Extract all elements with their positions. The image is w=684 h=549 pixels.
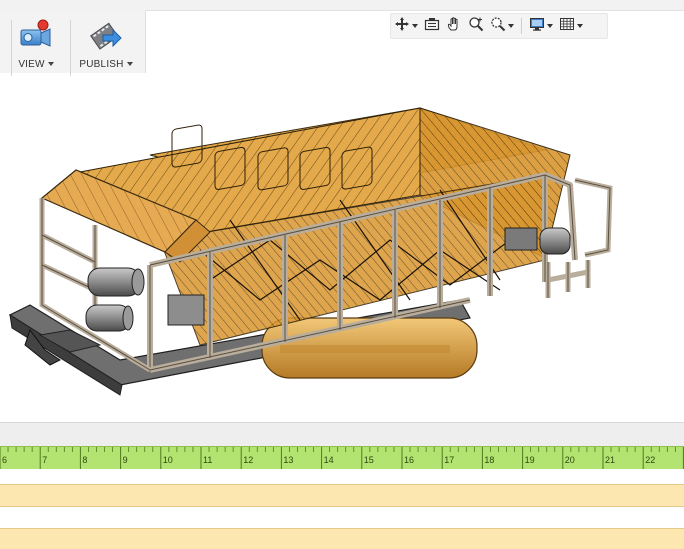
ruler-tick-label: 6 <box>2 455 7 465</box>
ruler-tick-label: 21 <box>605 455 615 465</box>
pan-button[interactable] <box>391 15 421 37</box>
navigation-toolbar <box>390 13 608 39</box>
view-button[interactable]: VIEW <box>14 10 58 73</box>
zoom-window-caret-icon <box>508 24 514 28</box>
ruler-tick-label: 20 <box>565 455 575 465</box>
pan-icon <box>394 16 410 37</box>
timeline-track[interactable] <box>0 528 684 549</box>
ribbon-panel: VIEW PUBLISH <box>0 10 146 76</box>
ruler-tick-label: 16 <box>404 455 414 465</box>
timeline-ruler[interactable]: 6789101112131415161718192021222 <box>0 446 684 470</box>
zoom-window-button[interactable] <box>487 15 517 37</box>
view-label: VIEW <box>18 59 45 70</box>
ruler-tick-label: 13 <box>283 455 293 465</box>
ruler-tick-label: 14 <box>324 455 334 465</box>
pan-caret-icon <box>412 24 418 28</box>
view-caret-icon <box>47 62 54 67</box>
model-viewport[interactable] <box>0 74 684 422</box>
ribbon-separator <box>11 20 12 76</box>
video-camera-icon <box>19 18 53 52</box>
zoom-button[interactable] <box>465 15 487 37</box>
ruler-tick-label: 10 <box>163 455 173 465</box>
grid-icon <box>559 16 575 37</box>
ruler-tick-label: 9 <box>123 455 128 465</box>
film-arrow-icon <box>89 18 123 52</box>
ruler-tick-label: 17 <box>444 455 454 465</box>
ruler-tick-label: 22 <box>645 455 655 465</box>
ruler-tick-label: 7 <box>42 455 47 465</box>
timeline-header <box>0 422 684 447</box>
ruler-tick-label: 11 <box>203 455 212 465</box>
animation-window: VIEW PUBLISH 6 7 8 9 10 11 12 13 14 15 1… <box>0 0 684 549</box>
grid-button[interactable] <box>556 15 586 37</box>
ruler-tick-label: 8 <box>82 455 87 465</box>
track-gap <box>0 507 684 528</box>
ruler-tick-label: 12 <box>243 455 253 465</box>
publish-label: PUBLISH <box>79 59 124 70</box>
ruler-tick-label: 15 <box>364 455 374 465</box>
ribbon-separator <box>70 20 71 76</box>
display-icon <box>529 16 545 37</box>
ruler-tick-label: 18 <box>484 455 494 465</box>
ruler-ticks: 6789101112131415161718192021222 <box>0 447 684 469</box>
zoom-window-icon <box>490 16 506 37</box>
hand-button[interactable] <box>443 15 465 37</box>
trailer-model-drawing <box>8 107 613 396</box>
publish-caret-icon <box>126 62 133 67</box>
display-button[interactable] <box>526 15 556 37</box>
timeline-track[interactable] <box>0 484 684 507</box>
publish-button[interactable]: PUBLISH <box>78 10 134 73</box>
display-caret-icon <box>547 24 553 28</box>
grid-caret-icon <box>577 24 583 28</box>
zoom-icon <box>468 16 484 37</box>
capture-button[interactable] <box>421 15 443 37</box>
track-gap <box>0 469 684 484</box>
toolbar-separator <box>521 18 522 34</box>
ruler-tick-label: 19 <box>525 455 535 465</box>
hand-icon <box>446 16 462 37</box>
capture-icon <box>424 16 440 37</box>
